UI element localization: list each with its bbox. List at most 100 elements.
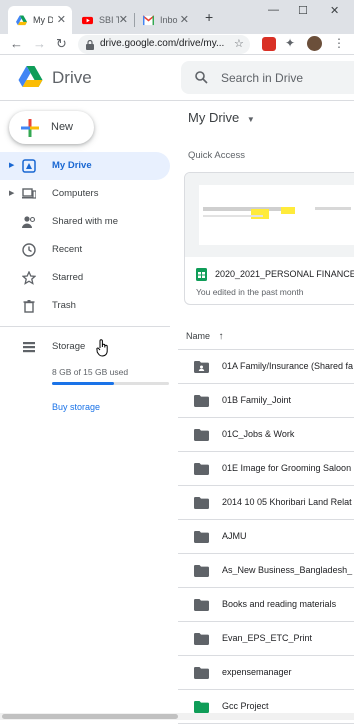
- new-button-label: New: [51, 121, 74, 133]
- file-name: Books and reading materials: [222, 599, 337, 609]
- back-icon[interactable]: ←: [10, 36, 23, 52]
- computers-icon: [22, 188, 36, 199]
- expand-caret-icon[interactable]: ▶: [9, 161, 14, 169]
- avatar[interactable]: [307, 36, 322, 51]
- search-icon[interactable]: [195, 71, 208, 84]
- table-row[interactable]: Evan_EPS_ETC_Print: [178, 622, 354, 656]
- close-tab-icon[interactable]: ✕: [180, 13, 189, 26]
- minimize-icon[interactable]: —: [268, 4, 279, 16]
- gmail-icon: [143, 14, 154, 25]
- folder-icon: [194, 599, 209, 611]
- folder-icon: [194, 667, 209, 679]
- file-name: 2014 10 05 Khoribari Land Relat: [222, 497, 352, 507]
- sidebar-item-my-drive[interactable]: ▶ My Drive: [0, 152, 170, 180]
- file-name: 01C_Jobs & Work: [222, 429, 295, 439]
- extension-icon[interactable]: [262, 37, 276, 51]
- table-row[interactable]: AJMU: [178, 520, 354, 554]
- close-tab-icon[interactable]: ✕: [57, 13, 66, 26]
- address-bar[interactable]: drive.google.com/drive/my... ☆: [78, 35, 250, 54]
- forward-icon[interactable]: →: [33, 36, 46, 52]
- sidebar-item-computers[interactable]: ▶ Computers: [0, 180, 170, 208]
- table-row[interactable]: 2014 10 05 Khoribari Land Relat: [178, 486, 354, 520]
- table-row[interactable]: expensemanager: [178, 656, 354, 690]
- folder-icon: [194, 395, 209, 407]
- page-title[interactable]: My Drive ▼: [188, 110, 255, 125]
- horizontal-scrollbar[interactable]: [0, 713, 354, 720]
- folder-icon: [194, 429, 209, 441]
- trash-icon: [23, 300, 35, 313]
- buy-storage-link[interactable]: Buy storage: [52, 402, 100, 412]
- file-name: expensemanager: [222, 667, 292, 677]
- quick-access-card[interactable]: 2020_2021_PERSONAL FINANCE... You edited…: [184, 172, 354, 305]
- table-row[interactable]: 01A Family/Insurance (Shared fa: [178, 350, 354, 384]
- browser-menu-icon[interactable]: ⋮: [333, 36, 345, 50]
- sheet-preview: [199, 185, 354, 245]
- file-name: 01E Image for Grooming Saloon: [222, 463, 352, 473]
- tab-sbi[interactable]: SBI T ✕: [74, 6, 134, 34]
- table-row[interactable]: Books and reading materials: [178, 588, 354, 622]
- file-thumbnail: [185, 173, 354, 257]
- folder-icon: [194, 701, 209, 713]
- expand-caret-icon[interactable]: ▶: [9, 189, 14, 197]
- app-title: Drive: [52, 68, 92, 87]
- maximize-icon[interactable]: ☐: [298, 4, 308, 17]
- file-name: As_New Business_Bangladesh_: [222, 565, 353, 575]
- sidebar-item-starred[interactable]: Starred: [0, 264, 170, 292]
- sidebar-item-shared[interactable]: Shared with me: [0, 208, 170, 236]
- table-row[interactable]: As_New Business_Bangladesh_: [178, 554, 354, 588]
- file-name: Gcc Project: [222, 701, 269, 711]
- tab-inbox[interactable]: Inbo ✕: [135, 6, 195, 34]
- shared-folder-icon: [194, 361, 209, 373]
- folder-icon: [194, 463, 209, 475]
- scrollbar-thumb[interactable]: [2, 714, 178, 719]
- tab-my-drive[interactable]: My D ✕: [8, 6, 72, 34]
- my-drive-icon: [22, 159, 36, 173]
- tab-label: Inbo: [160, 15, 178, 25]
- table-row[interactable]: 01C_Jobs & Work: [178, 418, 354, 452]
- sidebar-item-trash[interactable]: Trash: [0, 292, 170, 320]
- puzzle-extensions-icon[interactable]: ✦: [285, 36, 295, 50]
- lock-icon: [86, 40, 94, 50]
- browser-toolbar: ← → ↻ drive.google.com/drive/my... ☆ ✦ ⋮: [0, 34, 354, 55]
- sidebar-item-recent[interactable]: Recent: [0, 236, 170, 264]
- page-title-text: My Drive: [188, 110, 240, 125]
- close-window-icon[interactable]: ✕: [330, 4, 339, 17]
- sort-by-name-button[interactable]: Name ↑: [186, 331, 224, 342]
- new-button[interactable]: New: [9, 111, 94, 144]
- storage-icon: [23, 342, 35, 353]
- preview-line: [203, 215, 263, 217]
- clock-icon: [22, 243, 36, 257]
- chevron-down-icon: ▼: [246, 115, 255, 124]
- sidebar-divider: [0, 326, 170, 327]
- browser-tab-bar: My D ✕ SBI T ✕ Inbo ✕ + — ☐ ✕: [0, 0, 354, 34]
- storage-bar-fill: [52, 382, 114, 385]
- list-header: Name ↑: [178, 323, 354, 350]
- search-input[interactable]: Search in Drive: [181, 61, 354, 94]
- sidebar-item-label: Recent: [52, 244, 83, 255]
- folder-icon: [194, 633, 209, 645]
- arrow-up-icon: ↑: [218, 331, 224, 342]
- plus-icon: [21, 119, 39, 137]
- reload-icon[interactable]: ↻: [56, 36, 67, 52]
- file-name: 01A Family/Insurance (Shared fa: [222, 361, 354, 371]
- sidebar-item-storage[interactable]: Storage: [0, 333, 170, 361]
- google-drive-icon: [16, 14, 27, 25]
- table-row[interactable]: 01E Image for Grooming Saloon: [178, 452, 354, 486]
- new-tab-button[interactable]: +: [205, 9, 213, 25]
- table-row[interactable]: 01B Family_Joint: [178, 384, 354, 418]
- close-tab-icon[interactable]: ✕: [119, 13, 128, 26]
- url-text: drive.google.com/drive/my...: [100, 38, 225, 49]
- star-bookmark-icon[interactable]: ☆: [234, 37, 244, 50]
- tab-label: SBI T: [99, 15, 119, 25]
- storage-bar: [52, 382, 169, 385]
- preview-highlight: [251, 209, 269, 219]
- youtube-icon: [82, 16, 93, 24]
- preview-highlight: [281, 207, 295, 214]
- file-activity: You edited in the past month: [196, 287, 304, 297]
- search-placeholder: Search in Drive: [221, 71, 304, 85]
- tab-label: My D: [33, 15, 53, 25]
- sidebar-item-label: Computers: [52, 188, 99, 199]
- file-name: 2020_2021_PERSONAL FINANCE...: [215, 269, 354, 279]
- drive-header: Drive Search in Drive: [0, 55, 354, 101]
- shared-icon: [22, 216, 36, 228]
